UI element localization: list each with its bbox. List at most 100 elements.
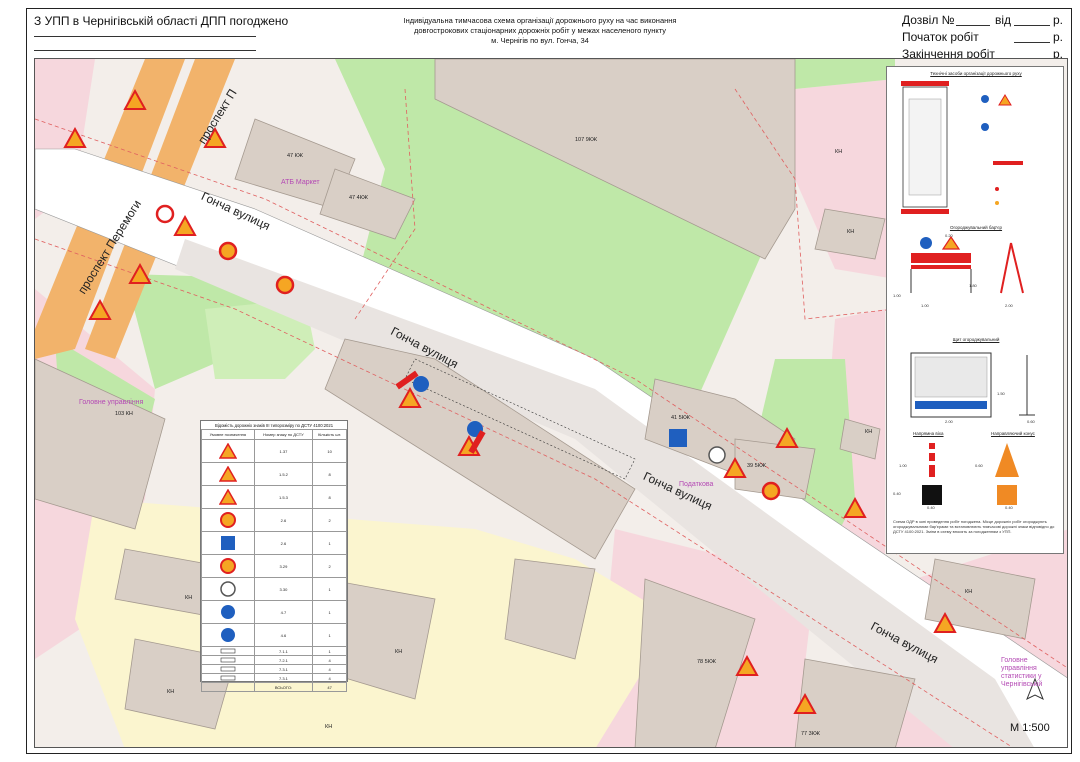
priority-sign-icon <box>275 275 295 295</box>
signature-line <box>34 50 256 51</box>
legend-count: 1 <box>312 577 347 601</box>
priority-blue-sign-icon <box>220 535 235 550</box>
cone-icon <box>995 201 999 205</box>
legend-symbol <box>201 462 255 486</box>
permit-label: Дозвіл № <box>902 13 955 27</box>
equipment-panel: Технічні засоби організації дорожнього р… <box>886 66 1064 554</box>
legend-code: 3.29 <box>253 554 314 578</box>
legend-count: 2 <box>312 508 347 532</box>
legend-title: Відомість дорожніх знаків III типорозмір… <box>214 423 334 428</box>
legend-symbol <box>201 673 255 683</box>
legend-header-row: Умовне позначення Номер знаку по ДСТУ Кі… <box>201 429 347 440</box>
legend-code: 7.3.1 <box>253 673 314 683</box>
legend-total-label: ВСЬОГО: <box>253 682 314 692</box>
legend-row: 4.7 1 <box>201 600 347 624</box>
legend-symbol <box>201 655 255 665</box>
permit-number-blank <box>956 25 990 26</box>
building-label: КН <box>167 689 175 695</box>
legend-count: 4 <box>312 655 347 665</box>
legend-row: 2.6 2 <box>201 508 347 532</box>
panel-title-barrier: Огороджувальний бар'єр <box>949 225 1003 230</box>
legend-row: 1.37 10 <box>201 439 347 463</box>
legend-row: 7.1.1 1 <box>201 646 347 656</box>
building-label: 77 3КЖ <box>801 731 820 737</box>
legend-code: 7.2.1 <box>253 655 314 665</box>
building-label: 47 КЖ <box>287 153 303 159</box>
barrier-icon <box>911 253 971 263</box>
plate-icon <box>220 666 236 671</box>
warning-sign-icon <box>941 235 961 250</box>
priority-sign-icon <box>219 511 236 528</box>
legend-col-count: Кількість шт. <box>312 429 347 440</box>
plate-icon <box>220 648 236 653</box>
legend-code: 3.30 <box>253 577 314 601</box>
legend-code: 2.6 <box>253 508 314 532</box>
panel-note: Схема ОДР в зоні проведення робіт погодж… <box>893 519 1055 534</box>
year-suffix: р. <box>1053 30 1064 44</box>
poi-label: АТБ Маркет <box>281 179 320 186</box>
legend-row: 1.5.3 8 <box>201 485 347 509</box>
speed-limit-sign-icon <box>219 557 236 574</box>
permit-block: Дозвіл № від р. Початок робіт р. Закінче… <box>902 12 1064 63</box>
start-label: Початок робіт <box>902 30 979 44</box>
legend-code: 4.6 <box>253 623 314 647</box>
legend-total-spacer <box>201 682 255 692</box>
dimension-label: 2.00 <box>945 419 953 424</box>
building-label: 47 4КЖ <box>349 195 368 201</box>
legend-table: Умовне позначення Номер знаку по ДСТУ Кі… <box>201 429 347 692</box>
panel-title-shield: Щит огороджувальний <box>952 337 1000 342</box>
scheme-title: Індивідуальна тимчасова схема організаці… <box>340 16 740 46</box>
poi-label: Головне управління <box>79 399 144 406</box>
light-icon <box>995 187 999 191</box>
legend-symbol <box>201 485 255 509</box>
legend-code: 1.5.2 <box>253 462 314 486</box>
legend-row: 3.30 1 <box>201 577 347 601</box>
legend-symbol <box>201 531 255 555</box>
shield-diagram <box>910 352 1035 418</box>
legend-count: 1 <box>312 531 347 555</box>
keep-right-sign-icon <box>920 237 932 249</box>
legend-code: 1.37 <box>253 439 314 463</box>
dimension-label: 0.40 <box>893 491 901 496</box>
dimension-label: 1.50 <box>997 391 1005 396</box>
legend-symbol <box>201 439 255 463</box>
legend-row: 3.29 2 <box>201 554 347 578</box>
legend-code: 2.6 <box>253 531 314 555</box>
poi-label: Головне управління статистики у Чернігів… <box>1001 657 1043 688</box>
dimension-label: 1.00 <box>921 303 929 308</box>
legend-row: 7.3.1 4 <box>201 673 347 683</box>
delineator-base-icon <box>922 485 942 505</box>
sign-legend: Відомість дорожніх знаків III типорозмір… <box>200 420 348 692</box>
panel-title-cone: Направляючий конус <box>991 431 1035 436</box>
keep-left-sign-icon <box>220 627 235 642</box>
title-line-2: довгострокових стаціонарних дорожніх роб… <box>413 26 667 35</box>
dimension-label: 1.00 <box>899 463 907 468</box>
barrier-diagram <box>910 235 1024 294</box>
dimension-label: 2.00 <box>1005 303 1013 308</box>
plate-icon <box>220 657 236 662</box>
delineator-icon <box>929 443 935 477</box>
building-label: КН <box>185 595 193 601</box>
legend-code: 1.5.3 <box>253 485 314 509</box>
building-label: КН <box>847 229 855 235</box>
building-label: 103 КН <box>115 411 133 417</box>
building-label: КН <box>865 429 873 435</box>
legend-count: 1 <box>312 623 347 647</box>
cone-base-icon <box>997 485 1017 505</box>
legend-total-row: ВСЬОГО: 47 <box>201 682 347 692</box>
legend-code: 7.1.1 <box>253 646 314 656</box>
priority-sign-icon <box>218 241 238 261</box>
dimension-label: 0.20 <box>945 233 953 238</box>
cone-diagram <box>922 443 1019 505</box>
legend-symbol <box>201 664 255 674</box>
legend-row: 1.5.2 8 <box>201 462 347 486</box>
title-line-3: м. Чернігів по вул. Гонча, 34 <box>491 36 589 45</box>
legend-symbol <box>201 508 255 532</box>
warning-sign-icon <box>998 94 1012 106</box>
legend-row: 2.6 1 <box>201 531 347 555</box>
title-line-1: Індивідуальна тимчасова схема організаці… <box>403 16 677 25</box>
permit-row: Дозвіл № від р. <box>902 12 1063 29</box>
dimension-label: 1.00 <box>893 293 901 298</box>
approval-stamp: З УПП в Чернігівській області ДПП погодж… <box>34 14 289 28</box>
dimension-label: 0.40 <box>927 505 935 510</box>
